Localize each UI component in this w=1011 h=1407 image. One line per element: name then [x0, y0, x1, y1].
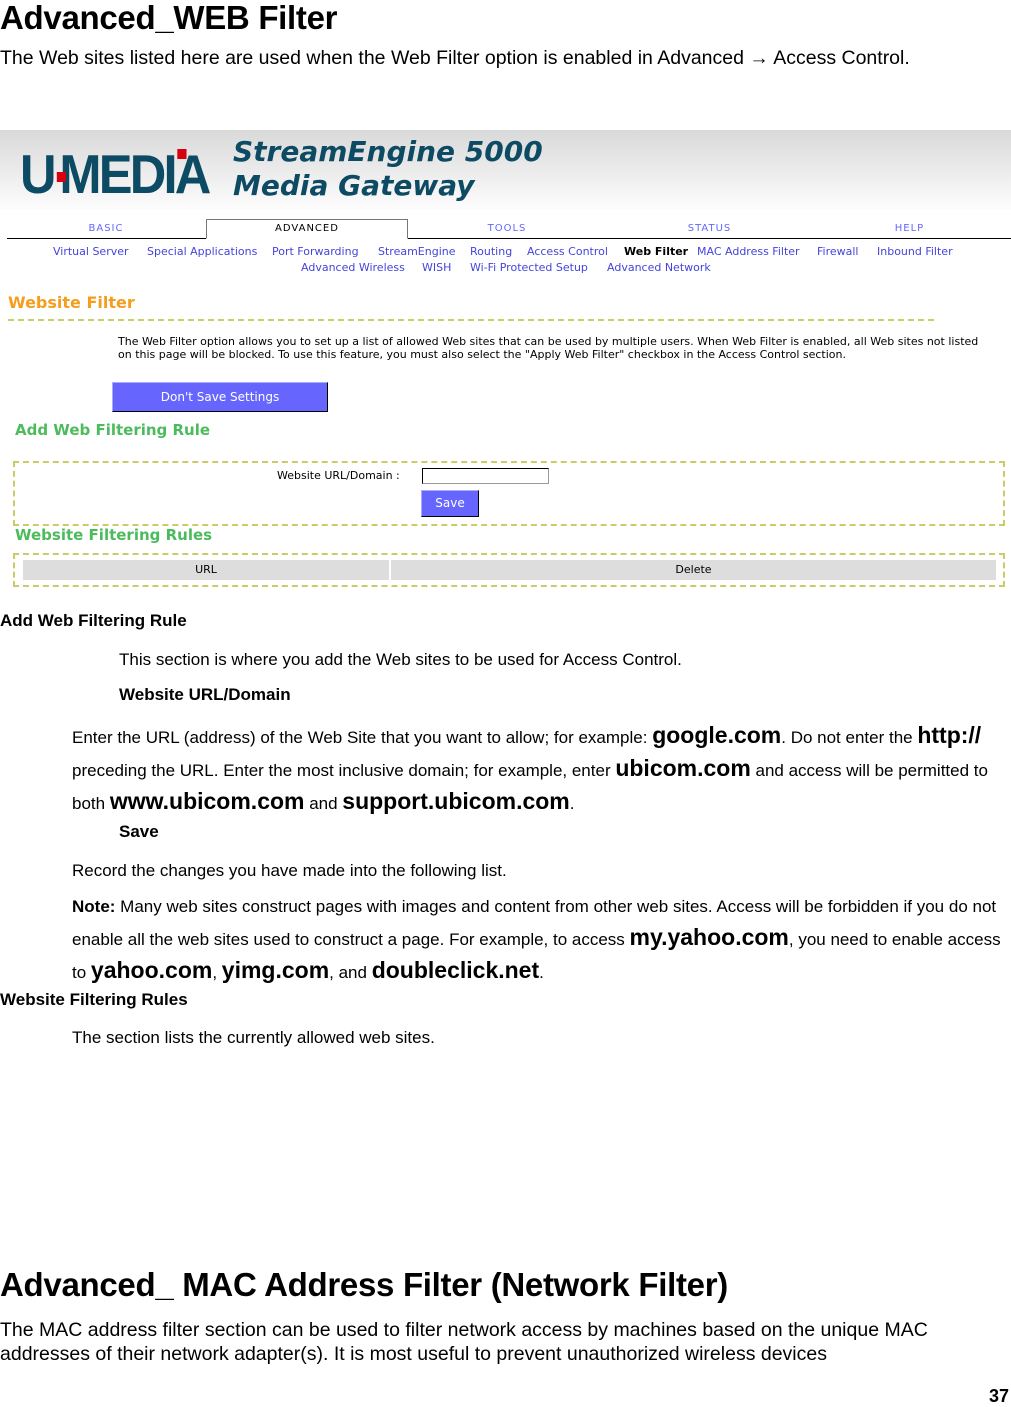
next-section-title: Advanced_ MAC Address Filter (Network Fi… — [0, 1266, 728, 1303]
example-protocol: http:// — [917, 722, 982, 748]
subnav-access-control[interactable]: Access Control — [527, 245, 608, 258]
add-rule-title: Add Web Filtering Rule — [15, 421, 211, 439]
router-ui-screenshot: U·MEDIA UMEDIA StreamEngine 5000 Media G… — [0, 130, 1011, 595]
text: Enter the URL (address) of the Web Site … — [72, 728, 653, 747]
filtering-rules-description: The section lists the currently allowed … — [72, 1028, 435, 1047]
text: and — [304, 794, 343, 813]
product-name: StreamEngine 5000 Media Gateway — [233, 135, 543, 203]
page-title: Website Filter — [8, 293, 135, 312]
subnav-advanced-network[interactable]: Advanced Network — [607, 261, 711, 274]
text: preceding the URL. Enter the most inclus… — [72, 761, 616, 780]
filtering-rules-heading: Website Filtering Rules — [0, 990, 188, 1009]
doc-intro: The Web sites listed here are used when … — [0, 47, 910, 69]
product-line-2: Media Gateway — [233, 169, 475, 202]
intro-line-1: The Web Filter option allows you to set … — [118, 335, 979, 348]
url-field-label: Website URL/Domain : — [277, 469, 400, 482]
intro-line-2: on this page will be blocked. To use thi… — [118, 348, 846, 361]
main-tabs: BASIC ADVANCED TOOLS STATUS HELP — [7, 219, 1011, 239]
url-input[interactable] — [422, 468, 549, 484]
banner: U·MEDIA UMEDIA StreamEngine 5000 Media G… — [0, 130, 1011, 210]
save-heading: Save — [119, 822, 159, 841]
subnav-routing[interactable]: Routing — [470, 245, 512, 258]
product-line-1: StreamEngine 5000 — [233, 135, 543, 168]
save-button[interactable]: Save — [421, 490, 479, 517]
subnav-special-applications[interactable]: Special Applications — [147, 245, 257, 258]
note-text: Note: Many web sites construct pages wit… — [72, 892, 1011, 988]
add-rule-heading: Add Web Filtering Rule — [0, 611, 187, 630]
dont-save-settings-button[interactable]: Don't Save Settings — [112, 382, 328, 412]
subnav-inbound-filter[interactable]: Inbound Filter — [877, 245, 953, 258]
subnav-streamengine[interactable]: StreamEngine — [378, 245, 456, 258]
column-header-url: URL — [23, 560, 389, 580]
next-section-intro: The MAC address filter section can be us… — [0, 1319, 928, 1365]
text: . — [569, 794, 575, 813]
tab-advanced[interactable]: ADVANCED — [206, 219, 408, 239]
example-domain: yahoo.com — [90, 957, 213, 983]
url-domain-text: Enter the URL (address) of the Web Site … — [72, 720, 1002, 819]
column-header-delete: Delete — [391, 560, 996, 580]
subnav-port-forwarding[interactable]: Port Forwarding — [272, 245, 359, 258]
umedia-logo: U·MEDIA UMEDIA — [20, 143, 211, 205]
subnav-virtual-server[interactable]: Virtual Server — [53, 245, 129, 258]
divider — [8, 319, 934, 321]
page-number: 37 — [988, 1386, 1009, 1406]
doc-title: Advanced_WEB Filter — [0, 0, 338, 36]
save-description: Record the changes you have made into th… — [72, 861, 507, 880]
subnav-firewall[interactable]: Firewall — [817, 245, 858, 258]
text: , and — [329, 963, 372, 982]
example-domain: yimg.com — [221, 957, 330, 983]
tab-help[interactable]: HELP — [812, 220, 1007, 238]
example-domain: support.ubicom.com — [342, 788, 570, 814]
example-domain: doubleclick.net — [371, 957, 540, 983]
url-domain-heading: Website URL/Domain — [119, 685, 291, 704]
example-domain: google.com — [652, 722, 782, 748]
subnav-mac-address-filter[interactable]: MAC Address Filter — [697, 245, 800, 258]
subnav-wish[interactable]: WISH — [422, 261, 451, 274]
logo-red-dot-icon — [56, 172, 66, 182]
logo-red-dot-icon — [177, 149, 187, 159]
text: . — [539, 963, 544, 982]
tab-tools[interactable]: TOOLS — [407, 220, 607, 238]
example-domain: ubicom.com — [615, 755, 751, 781]
tab-status[interactable]: STATUS — [607, 220, 812, 238]
example-domain: my.yahoo.com — [629, 924, 789, 950]
add-rule-description: This section is where you add the Web si… — [119, 650, 682, 669]
text: , — [212, 963, 222, 982]
rules-title: Website Filtering Rules — [15, 526, 213, 544]
subnav-wifi-protected-setup[interactable]: Wi-Fi Protected Setup — [470, 261, 588, 274]
example-domain: www.ubicom.com — [109, 788, 305, 814]
text: . Do not enter the — [781, 728, 918, 747]
note-label: Note: — [72, 897, 116, 916]
web-filter-intro: The Web Filter option allows you to set … — [118, 335, 978, 361]
subnav-web-filter[interactable]: Web Filter — [624, 245, 688, 258]
tab-basic[interactable]: BASIC — [7, 220, 205, 238]
subnav-advanced-wireless[interactable]: Advanced Wireless — [301, 261, 405, 274]
